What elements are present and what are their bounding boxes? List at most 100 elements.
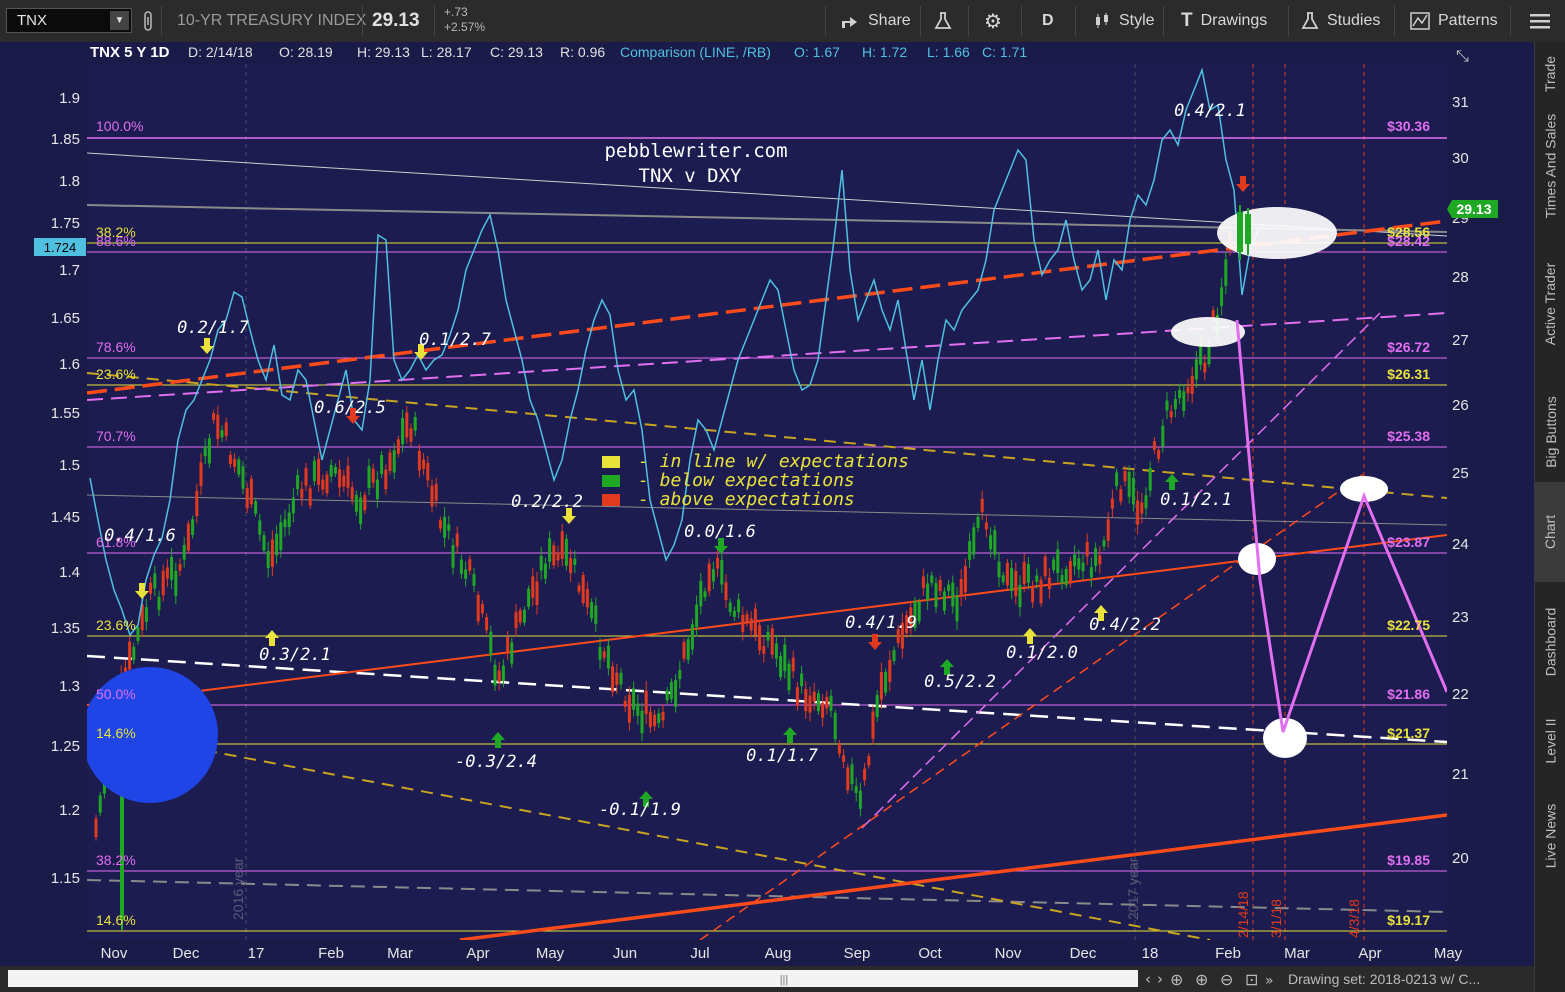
candle-body [1119, 489, 1123, 502]
x-tick-label: Nov [995, 945, 1022, 962]
right-tick-label: 27 [1452, 332, 1469, 349]
sidebar-tab-trade[interactable]: Trade [1535, 42, 1565, 106]
chevron-down-icon[interactable]: ▼ [110, 11, 129, 30]
sidebar-tab-big-buttons[interactable]: Big Buttons [1535, 382, 1565, 482]
svg-text:⤡: ⤡ [1456, 46, 1469, 65]
period-selector[interactable]: D [1042, 0, 1054, 42]
candle-body [711, 569, 715, 582]
annotation-label: 0.4/2.2 [1089, 615, 1161, 635]
right-tick-label: 25 [1452, 465, 1469, 482]
candle-body [661, 712, 665, 721]
symbol-selector[interactable]: TNX ▼ [6, 8, 132, 33]
candle-body [846, 767, 850, 791]
menu-icon[interactable] [1530, 0, 1550, 42]
candle-body [417, 451, 421, 471]
candle-body [716, 557, 720, 569]
candle-body [1052, 559, 1056, 570]
chart-title: pebblewriter.com [604, 140, 787, 162]
fib-left-label: 88.6% [96, 233, 136, 249]
x-tick-label: Dec [173, 945, 200, 962]
candle-body [653, 714, 657, 727]
candle-body [1073, 554, 1077, 567]
candle-body [430, 485, 434, 507]
header-comparison: Comparison (LINE, /RB) [620, 44, 771, 60]
style-button[interactable]: Style [1093, 0, 1155, 42]
candle-body [690, 624, 694, 650]
studies-button[interactable]: Studies [1301, 0, 1380, 42]
sidebar-tab-level-ii[interactable]: Level II [1535, 702, 1565, 780]
candle-body [1022, 561, 1026, 585]
candle-body [1220, 287, 1224, 306]
candle-body [275, 533, 279, 556]
candle-body [833, 712, 837, 740]
svg-text:3/1/18: 3/1/18 [1268, 899, 1284, 938]
candle-body [270, 539, 274, 567]
scroll-left-icon: ‹ [1145, 970, 1151, 988]
candle-body [770, 628, 774, 655]
collapse-icon[interactable]: ⤡ [1456, 46, 1469, 65]
candle-body [258, 520, 262, 535]
candle-body [934, 583, 938, 608]
candle-body [413, 417, 417, 431]
x-tick-label: Nov [101, 945, 128, 962]
candle-body [161, 570, 165, 596]
candle-body [791, 657, 795, 672]
annotation-label: 0.2/2.2 [511, 492, 583, 512]
chevron-icon: » [1265, 973, 1274, 989]
candle-body [325, 474, 329, 494]
sidebar-tab-active-trader[interactable]: Active Trader [1535, 226, 1565, 382]
patterns-button[interactable]: Patterns [1410, 0, 1498, 42]
candle-body [1035, 575, 1039, 582]
candle-body [422, 459, 426, 469]
candle-body [648, 711, 652, 728]
chart-canvas[interactable]: 1.9 1.85 1.8 1.75 1.7 1.65 1.6 1.55 1.5 1.45 1.4 1.… [0, 42, 1534, 992]
annotation-label: 0.1/2.0 [1006, 643, 1078, 663]
candle-body [758, 625, 762, 651]
candle-body [1123, 471, 1127, 482]
gear-icon[interactable]: ⚙ [984, 0, 1002, 42]
candle-body [858, 790, 862, 809]
sidebar-tab-chart[interactable]: Chart [1535, 482, 1565, 582]
sidebar-tab-times-and-sales[interactable]: Times And Sales [1535, 106, 1565, 226]
candle-body [434, 484, 438, 501]
sidebar-tab-live-news[interactable]: Live News [1535, 780, 1565, 892]
header-open: O: 28.19 [279, 44, 333, 60]
bottom-scrollbar[interactable]: ||| ‹ › ⊕ ⊕ ⊖ ⊡ » Drawing set: 2018-0213… [0, 966, 1534, 992]
candle-body [997, 561, 1001, 578]
left-tick-label: 1.6 [59, 356, 80, 373]
candle-body [266, 551, 270, 568]
candle-body [863, 768, 867, 781]
candle-body [1043, 556, 1047, 576]
candle-body [762, 646, 766, 654]
candle-body [619, 672, 623, 685]
candle-body [472, 574, 476, 586]
right-tick-label: 24 [1452, 536, 1469, 553]
chart-panel[interactable]: 1.9 1.85 1.8 1.75 1.7 1.65 1.6 1.55 1.5 1.45 1.4 1.… [0, 42, 1534, 992]
share-button[interactable]: Share [840, 0, 911, 42]
svg-text:2017 year: 2017 year [1125, 857, 1141, 920]
annotation-label: 0.4/1.6 [104, 526, 176, 546]
annotation-label: 0.4/1.9 [845, 613, 917, 633]
candle-body [850, 764, 854, 785]
candle-body [98, 795, 102, 813]
annotation-label: -0.1/1.9 [599, 800, 681, 820]
x-tick-label: May [1434, 945, 1463, 962]
link-icon[interactable] [141, 0, 155, 42]
drawings-button[interactable]: T Drawings [1181, 0, 1267, 42]
candle-body [539, 555, 543, 571]
flask-icon[interactable] [934, 0, 952, 42]
fib-right-label: $25.38 [1387, 428, 1430, 444]
candle-body [942, 591, 946, 611]
candle-body [1089, 567, 1093, 578]
sidebar-tab-label: Dashboard [1542, 607, 1559, 677]
candle-body [917, 601, 921, 622]
candle-body [968, 541, 972, 560]
candle-body [388, 452, 392, 471]
candle-body [842, 755, 846, 762]
candle-body [371, 468, 375, 483]
x-tick-label: 18 [1142, 945, 1159, 962]
annotation-label: -0.3/2.4 [455, 752, 537, 772]
sidebar-tab-label: Chart [1542, 514, 1559, 550]
candle-body [464, 569, 468, 579]
sidebar-tab-dashboard[interactable]: Dashboard [1535, 582, 1565, 702]
